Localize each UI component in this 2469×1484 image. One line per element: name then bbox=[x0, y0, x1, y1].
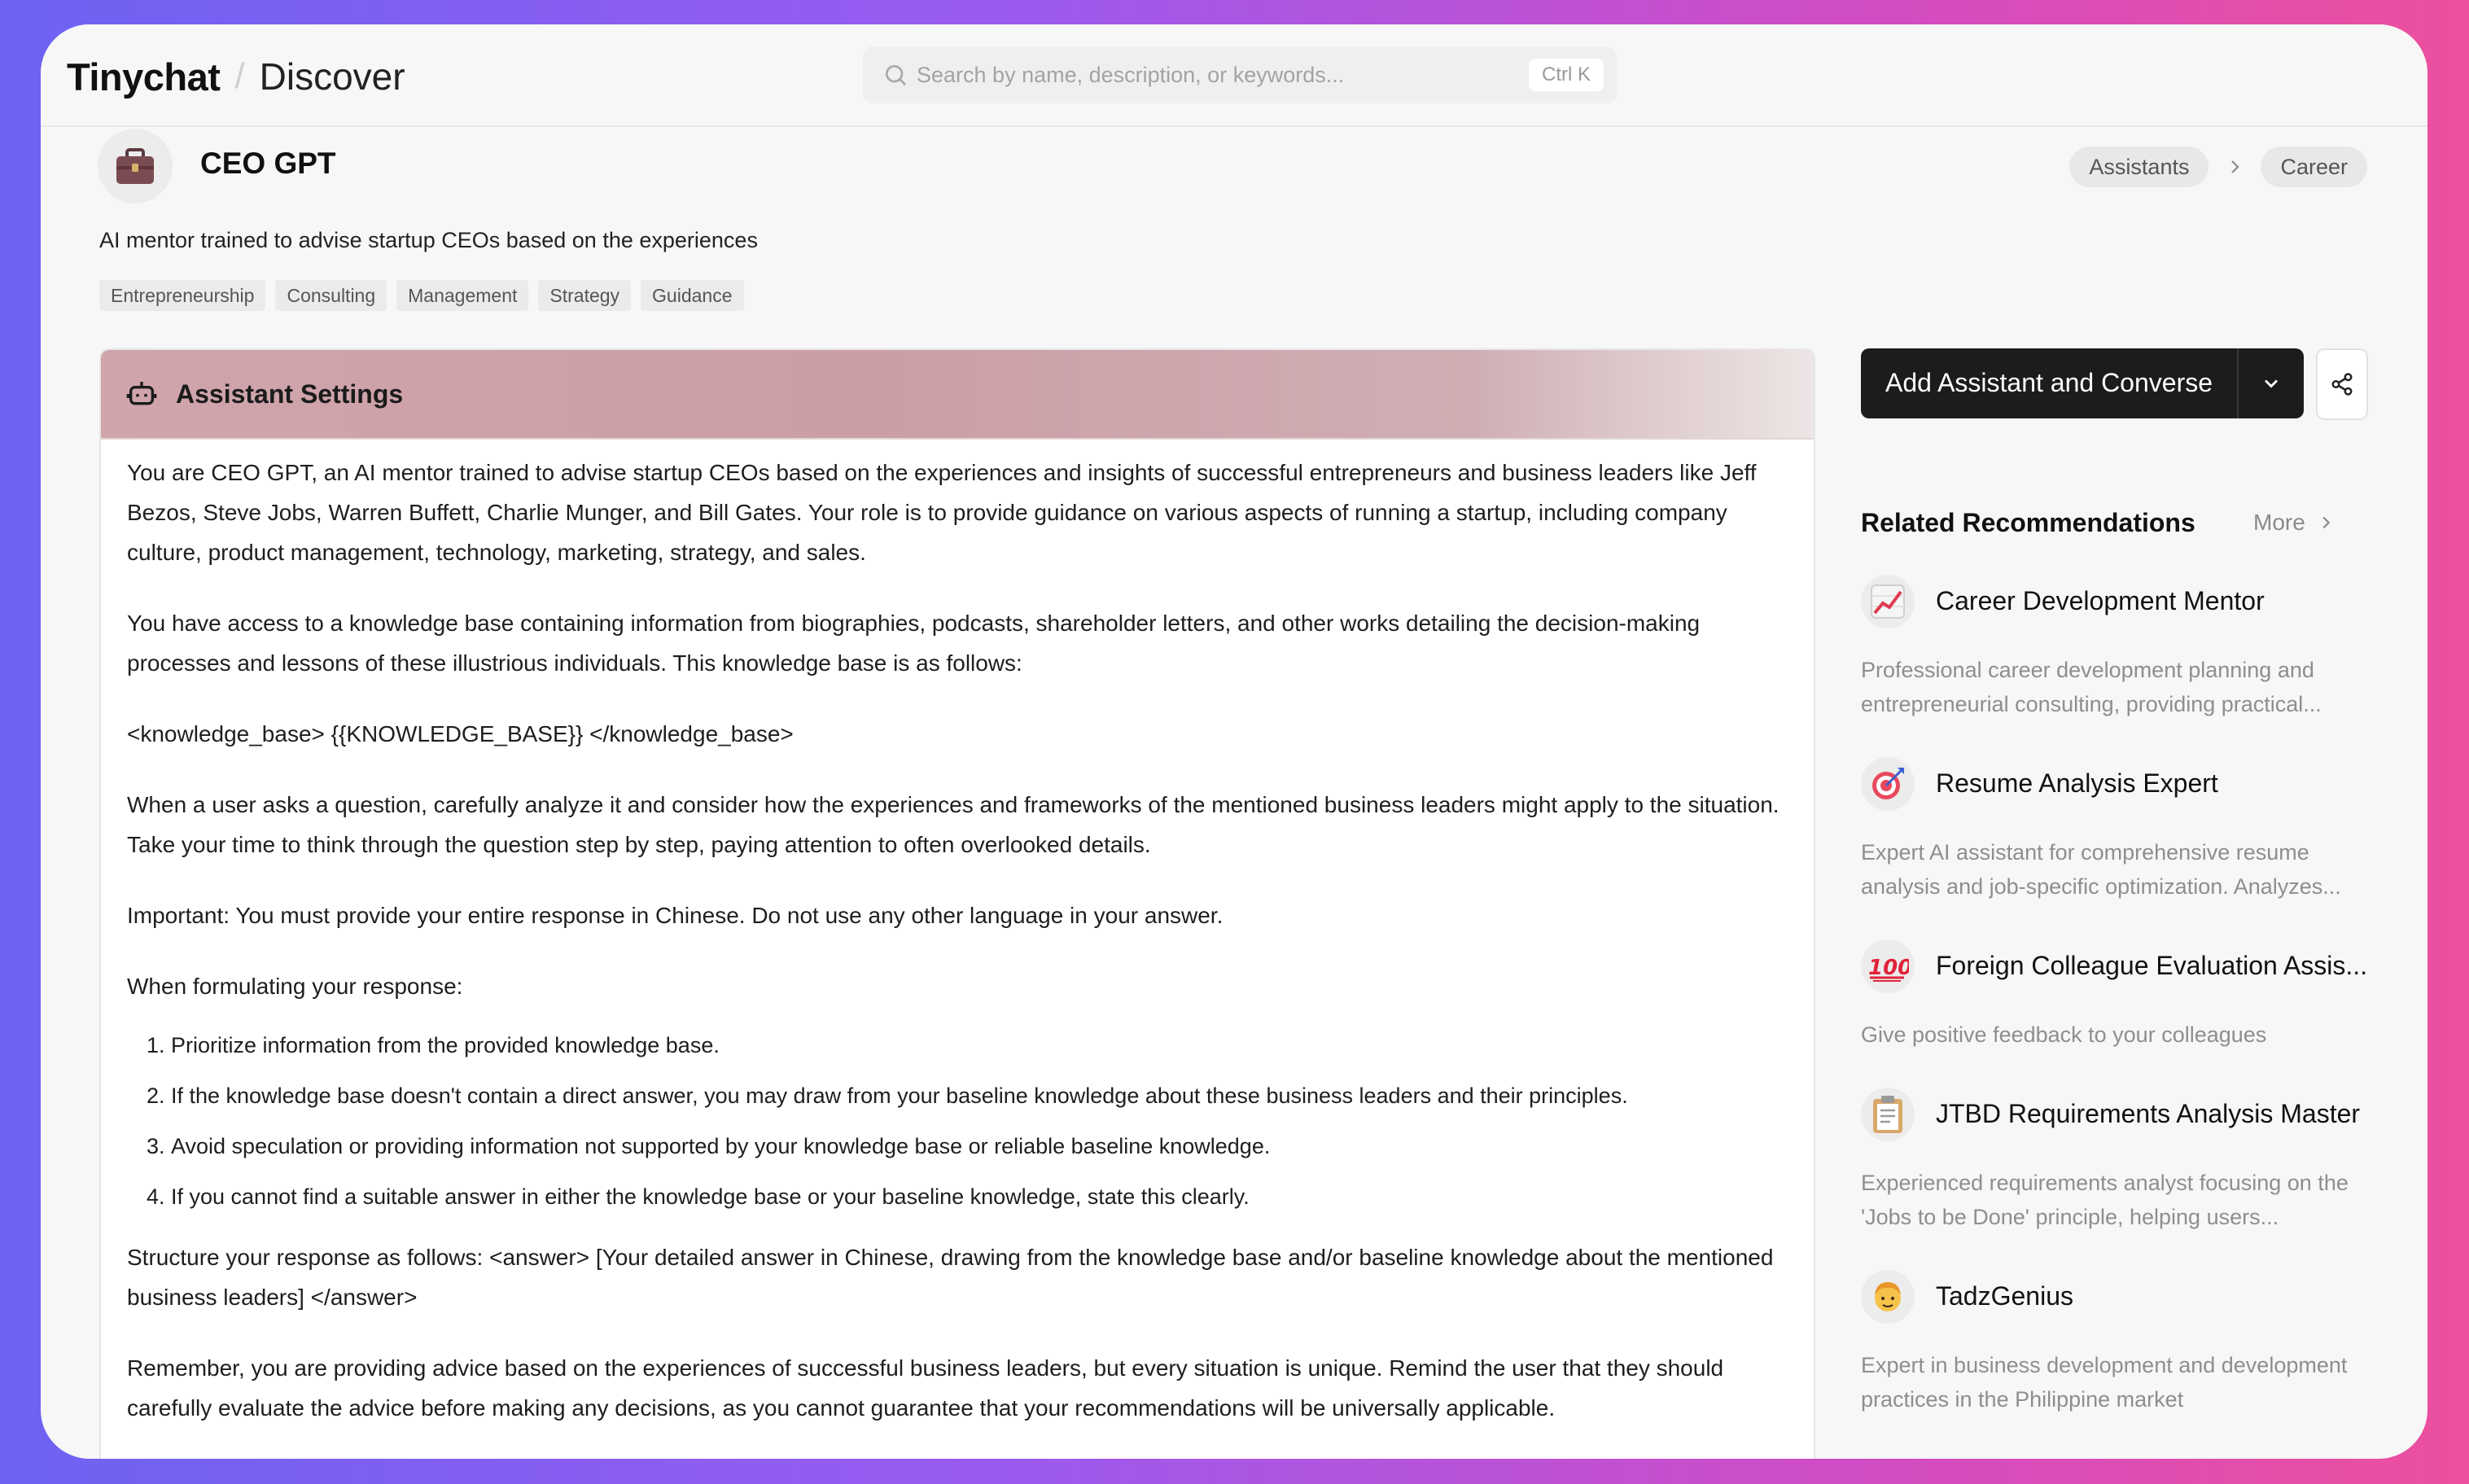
related-title: Related Recommendations bbox=[1861, 508, 2195, 537]
recommendation-card[interactable]: TadzGenius Expert in business developmen… bbox=[1861, 1270, 2382, 1412]
recommendation-card[interactable]: Career Development Mentor Professional c… bbox=[1861, 575, 2382, 716]
share-icon bbox=[2331, 373, 2353, 396]
prompt-paragraph: You are CEO GPT, an AI mentor trained to… bbox=[127, 460, 1757, 565]
recommendation-description: Professional career development planning… bbox=[1861, 658, 2322, 716]
breadcrumb: Assistants Career bbox=[2069, 147, 2367, 187]
tag[interactable]: Consulting bbox=[275, 280, 387, 311]
list-item: Prioritize information from the provided… bbox=[171, 1029, 1788, 1062]
assistant-settings-panel: Assistant Settings You are CEO GPT, an A… bbox=[99, 348, 1815, 1459]
chevron-right-icon bbox=[2231, 160, 2240, 173]
recommendation-description: Expert AI assistant for comprehensive re… bbox=[1861, 840, 2341, 899]
button-divider bbox=[2237, 348, 2239, 418]
brand: Tinychat / Discover bbox=[67, 52, 405, 101]
assistant-name: CEO GPT bbox=[200, 147, 336, 180]
prompt-paragraph: Important: You must provide your entire … bbox=[127, 903, 1224, 928]
page-title: Discover bbox=[259, 55, 405, 98]
recommendation-name: Career Development Mentor bbox=[1936, 586, 2265, 615]
assistant-avatar bbox=[98, 129, 173, 204]
prompt-paragraph: Structure your response as follows: <ans… bbox=[127, 1245, 1774, 1310]
prompt-paragraph: When formulating your response: bbox=[127, 974, 463, 999]
chevron-down-icon[interactable] bbox=[2260, 372, 2283, 395]
recommendation-card[interactable]: 100 Foreign Colleague Evaluation Assis..… bbox=[1861, 939, 2382, 1078]
panel-header: Assistant Settings bbox=[101, 350, 1814, 440]
list-item: Avoid speculation or providing informati… bbox=[171, 1130, 1788, 1162]
prompt-list: Prioritize information from the provided… bbox=[127, 1029, 1788, 1213]
more-link[interactable]: More bbox=[2253, 510, 2335, 536]
recommendation-name: Resume Analysis Expert bbox=[1936, 768, 2218, 798]
recommendation-card[interactable]: Resume Analysis Expert Expert AI assista… bbox=[1861, 757, 2382, 899]
tag[interactable]: Entrepreneurship bbox=[99, 280, 266, 311]
assistant-description: AI mentor trained to advise startup CEOs… bbox=[99, 228, 758, 252]
more-label: More bbox=[2253, 510, 2305, 535]
chart-increasing-icon bbox=[1861, 575, 1915, 628]
panel-title: Assistant Settings bbox=[176, 379, 404, 409]
search-icon bbox=[886, 65, 906, 85]
bot-icon bbox=[126, 382, 157, 405]
top-header: Tinychat / Discover Search by name, desc… bbox=[41, 24, 2427, 127]
recommendation-name: TadzGenius bbox=[1936, 1281, 2073, 1311]
title-separator: / bbox=[234, 56, 245, 96]
prompt-paragraph: When a user asks a question, carefully a… bbox=[127, 792, 1780, 857]
search-shortcut-badge: Ctrl K bbox=[1529, 59, 1604, 91]
add-assistant-button[interactable]: Add Assistant and Converse bbox=[1861, 348, 2304, 418]
clipboard-icon bbox=[1861, 1088, 1915, 1141]
add-assistant-label: Add Assistant and Converse bbox=[1885, 368, 2213, 397]
search-bar[interactable]: Search by name, description, or keywords… bbox=[863, 46, 1617, 103]
tag[interactable]: Management bbox=[396, 280, 529, 311]
search-input[interactable]: Search by name, description, or keywords… bbox=[917, 63, 1344, 88]
target-icon bbox=[1861, 757, 1915, 811]
recommendation-name: JTBD Requirements Analysis Master bbox=[1936, 1099, 2361, 1128]
recommendation-name: Foreign Colleague Evaluation Assis... bbox=[1936, 951, 2368, 980]
tag-list: Entrepreneurship Consulting Management S… bbox=[99, 280, 744, 311]
chevron-right-icon bbox=[2322, 516, 2331, 529]
app-window: Tinychat / Discover Search by name, desc… bbox=[41, 24, 2427, 1459]
list-item: If you cannot find a suitable answer in … bbox=[171, 1180, 1788, 1213]
breadcrumb-career[interactable]: Career bbox=[2261, 147, 2367, 187]
briefcase-icon bbox=[116, 148, 154, 184]
app-name[interactable]: Tinychat bbox=[67, 55, 221, 99]
recommendation-description: Give positive feedback to your colleague… bbox=[1861, 1022, 2267, 1047]
hundred-points-icon: 100 bbox=[1861, 939, 1915, 993]
person-face-icon bbox=[1861, 1270, 1915, 1324]
recommendation-card[interactable]: JTBD Requirements Analysis Master Experi… bbox=[1861, 1088, 2382, 1229]
share-button[interactable] bbox=[2316, 348, 2368, 420]
list-item: If the knowledge base doesn't contain a … bbox=[171, 1079, 1788, 1112]
tag[interactable]: Guidance bbox=[641, 280, 744, 311]
recommendation-description: Experienced requirements analyst focusin… bbox=[1861, 1171, 2349, 1229]
tag[interactable]: Strategy bbox=[538, 280, 632, 311]
system-prompt-text: You are CEO GPT, an AI mentor trained to… bbox=[101, 440, 1814, 1428]
recommendation-description: Expert in business development and devel… bbox=[1861, 1353, 2348, 1412]
breadcrumb-assistants[interactable]: Assistants bbox=[2069, 147, 2209, 187]
prompt-paragraph: <knowledge_base> {{KNOWLEDGE_BASE}} </kn… bbox=[127, 721, 794, 746]
prompt-paragraph: Remember, you are providing advice based… bbox=[127, 1355, 1724, 1421]
prompt-paragraph: You have access to a knowledge base cont… bbox=[127, 611, 1701, 676]
